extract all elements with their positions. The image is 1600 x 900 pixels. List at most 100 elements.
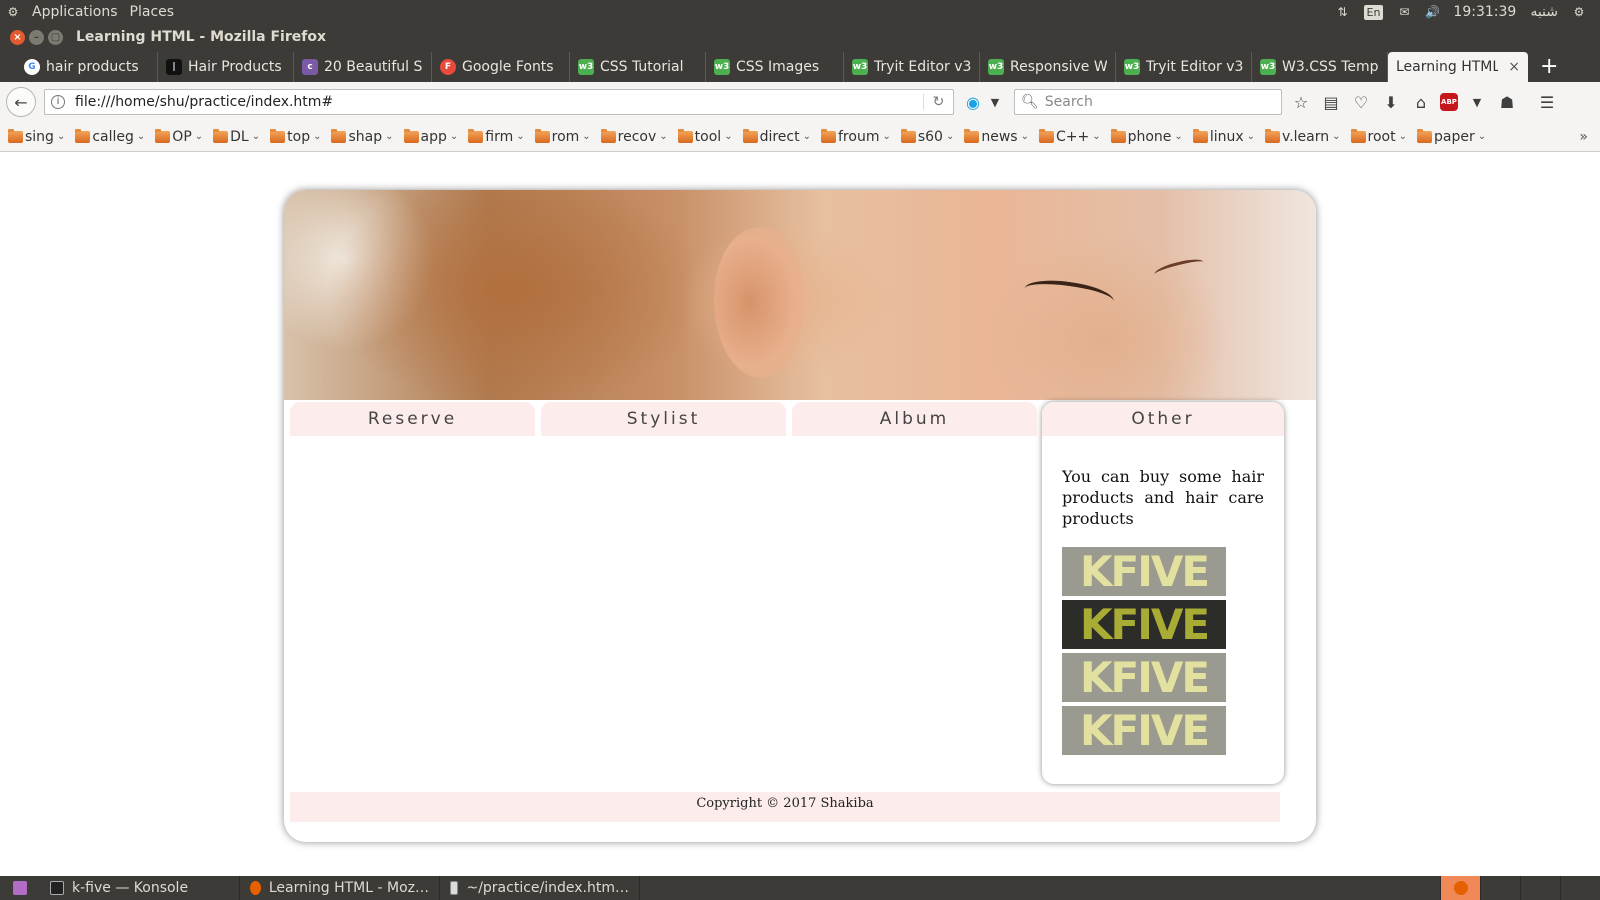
bookmark-folder[interactable]: app ⌄ — [403, 128, 459, 145]
tab-learning-html[interactable]: Learning HTML × — [1388, 52, 1528, 82]
folder-icon — [1038, 128, 1054, 143]
chevron-down-icon: ⌄ — [385, 131, 394, 142]
bookmark-folder[interactable]: OP ⌄ — [155, 128, 203, 145]
power-gear-icon[interactable]: ⚙ — [1572, 5, 1586, 19]
task-editor[interactable]: ~/practice/index.htm… — [440, 876, 640, 900]
chevron-down-icon[interactable]: ▼ — [1466, 91, 1488, 113]
folder-icon — [468, 128, 484, 143]
download-icon[interactable]: ⬇ — [1380, 91, 1402, 113]
task-firefox[interactable]: Learning HTML - Moz… — [240, 876, 440, 900]
new-tab-button[interactable]: + — [1528, 52, 1570, 82]
folder-icon — [821, 128, 836, 143]
url-text[interactable]: file:///home/shu/practice/index.htm# — [75, 94, 923, 110]
folder-icon — [1110, 128, 1126, 143]
bookmark-folder[interactable]: C++ ⌄ — [1038, 128, 1101, 145]
bookmarks-overflow-button[interactable]: » — [1579, 129, 1588, 145]
folder-icon — [213, 128, 229, 143]
bookmark-folder[interactable]: tool ⌄ — [677, 128, 733, 145]
minimize-window-button[interactable]: – — [29, 29, 44, 45]
hamburger-menu-icon[interactable]: ☰ — [1536, 91, 1558, 113]
bookmark-folder[interactable]: root ⌄ — [1350, 128, 1407, 145]
chevron-down-icon: ⌄ — [659, 131, 668, 142]
tab-google-fonts[interactable]: F Google Fonts — [432, 52, 570, 82]
bookmark-folder[interactable]: top ⌄ — [270, 128, 321, 145]
bookmark-folder[interactable]: s60 ⌄ — [900, 128, 954, 145]
kfive-logo-link[interactable]: KFIVE — [1062, 653, 1226, 702]
search-input[interactable]: 🔍︎ Search — [1014, 89, 1282, 115]
reading-list-icon[interactable]: ▤ — [1320, 91, 1342, 113]
folder-icon — [677, 128, 693, 143]
bookmark-folder[interactable]: DL ⌄ — [213, 128, 260, 145]
folder-icon — [75, 128, 91, 143]
workspace-2[interactable] — [1480, 876, 1520, 900]
task-konsole[interactable]: k-five — Konsole — [40, 876, 240, 900]
bookmark-folder[interactable]: paper ⌄ — [1417, 128, 1486, 145]
applications-menu[interactable]: Applications — [32, 4, 118, 20]
chevron-down-icon: ⌄ — [56, 131, 66, 142]
keyboard-layout-indicator[interactable]: En — [1363, 4, 1384, 20]
bookmark-folder[interactable]: sing ⌄ — [8, 128, 66, 145]
reload-icon[interactable]: ↻ — [923, 94, 953, 110]
show-desktop-icon[interactable] — [0, 876, 40, 900]
folder-icon — [155, 128, 171, 143]
bookmark-folder[interactable]: shap ⌄ — [331, 128, 394, 145]
bookmark-folder[interactable]: phone ⌄ — [1110, 128, 1183, 145]
kfive-logo-link[interactable]: KFIVE — [1062, 547, 1226, 596]
home-icon[interactable]: ⌂ — [1410, 91, 1432, 113]
navigation-toolbar: ← i file:///home/shu/practice/index.htm#… — [0, 82, 1600, 122]
tab-css-tutorial[interactable]: w3 CSS Tutorial — [570, 52, 706, 82]
mail-icon[interactable]: ✉ — [1397, 5, 1411, 19]
tab-hair-products[interactable]: | Hair Products — [158, 52, 294, 82]
tab-w3css-templates[interactable]: w3 W3.CSS Templ — [1252, 52, 1388, 82]
workspace-switcher — [1440, 876, 1600, 900]
site-info-icon[interactable]: i — [51, 95, 65, 109]
close-tab-icon[interactable]: × — [1508, 59, 1520, 75]
nav-tab-album[interactable]: Album — [792, 402, 1037, 436]
chevron-down-icon: ⌄ — [449, 131, 459, 142]
bookmark-star-icon[interactable]: ☆ — [1290, 91, 1312, 113]
tab-hair-products-search[interactable]: G hair products — [16, 52, 158, 82]
gnome-top-panel: ⚙ Applications Places ⇅ En ✉ 🔊 19:31:39 … — [0, 0, 1600, 24]
nav-tab-stylist[interactable]: Stylist — [541, 402, 786, 436]
volume-icon[interactable]: 🔊 — [1425, 5, 1440, 19]
workspace-1[interactable] — [1440, 876, 1480, 900]
copyright-text: Copyright © 2017 Shakiba — [696, 796, 874, 811]
clock[interactable]: 19:31:39 — [1453, 4, 1516, 20]
url-bar[interactable]: i file:///home/shu/practice/index.htm# ↻ — [44, 89, 954, 115]
ghostery-icon[interactable]: ☗ — [1496, 91, 1518, 113]
nav-tab-other[interactable]: Other — [1042, 402, 1284, 436]
folder-icon — [1265, 128, 1281, 143]
tab-20-beautiful[interactable]: c 20 Beautiful Sp — [294, 52, 432, 82]
desktop-icon — [13, 881, 27, 895]
chevron-down-icon: ⌄ — [724, 131, 733, 142]
workspace-4[interactable] — [1560, 876, 1600, 900]
tab-css-images[interactable]: w3 CSS Images — [706, 52, 844, 82]
sidebar-text: You can buy some hair products and hair … — [1062, 467, 1264, 528]
nav-tab-reserve[interactable]: Reserve — [290, 402, 535, 436]
places-menu[interactable]: Places — [130, 4, 175, 20]
tab-tryit-editor-2[interactable]: w3 Tryit Editor v3. — [1116, 52, 1252, 82]
network-icon[interactable]: ⇅ — [1336, 5, 1350, 19]
kfive-logo-link[interactable]: KFIVE — [1062, 706, 1226, 755]
pocket-icon[interactable]: ♡ — [1350, 91, 1372, 113]
back-button[interactable]: ← — [6, 87, 36, 117]
bookmark-folder[interactable]: linux ⌄ — [1192, 128, 1255, 145]
kfive-logo-link[interactable]: KFIVE — [1062, 600, 1226, 649]
bookmark-folder[interactable]: rom ⌄ — [534, 128, 591, 145]
bookmark-folder[interactable]: direct ⌄ — [742, 128, 811, 145]
maximize-window-button[interactable]: ▢ — [48, 29, 63, 45]
close-window-button[interactable]: × — [10, 29, 25, 45]
adblock-plus-icon[interactable]: ABP — [1440, 93, 1458, 111]
chevron-down-icon: ⌄ — [802, 131, 811, 142]
tab-responsive-web[interactable]: w3 Responsive We — [980, 52, 1116, 82]
bookmark-folder[interactable]: news ⌄ — [964, 128, 1029, 145]
chevron-down-icon[interactable]: ▼ — [984, 91, 1006, 113]
bookmark-folder[interactable]: firm ⌄ — [468, 128, 525, 145]
workspace-3[interactable] — [1520, 876, 1560, 900]
bookmark-folder[interactable]: froum ⌄ — [821, 128, 891, 145]
search-engine-icon[interactable]: ◉ — [962, 91, 984, 113]
bookmark-folder[interactable]: v.learn ⌄ — [1265, 128, 1341, 145]
tab-tryit-editor-1[interactable]: w3 Tryit Editor v3. — [844, 52, 980, 82]
bookmark-folder[interactable]: recov ⌄ — [600, 128, 668, 145]
bookmark-folder[interactable]: calleg ⌄ — [75, 128, 145, 145]
